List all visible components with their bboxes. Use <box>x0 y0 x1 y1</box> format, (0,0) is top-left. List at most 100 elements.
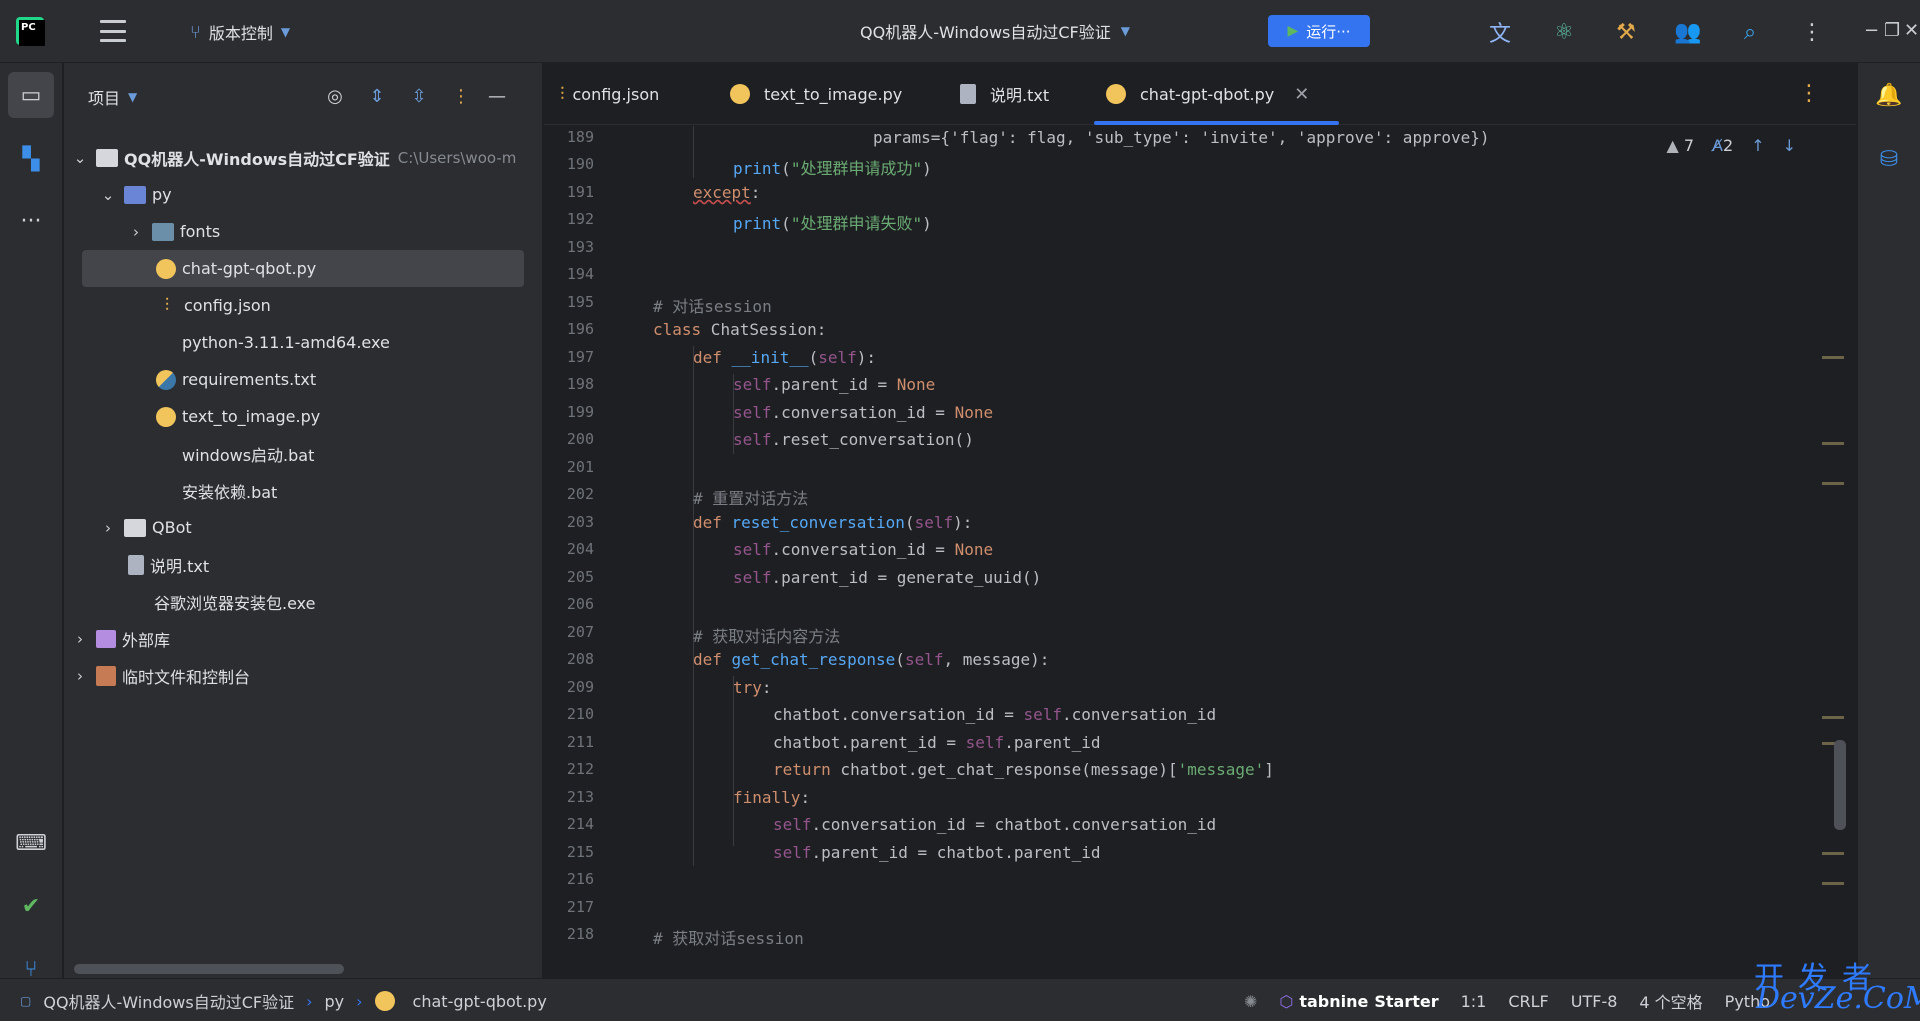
chevron-right-icon[interactable]: › <box>70 667 90 685</box>
chevron-down-icon[interactable]: ⌄ <box>98 186 118 204</box>
close-window-icon[interactable]: ✕ <box>1904 20 1919 41</box>
locate-file-icon[interactable]: ◎ <box>322 83 348 109</box>
tree-item-windows-bat[interactable]: windows启动.bat <box>64 435 543 472</box>
windows-exe-icon <box>156 333 176 353</box>
tree-item-install-deps[interactable]: 安装依赖.bat <box>64 472 543 509</box>
line-number: 209 <box>566 678 594 696</box>
tab-chat-gpt-qbot[interactable]: chat-gpt-qbot.py ✕ <box>1093 63 1340 125</box>
tab-text-to-image[interactable]: text_to_image.py <box>730 63 902 125</box>
database-icon[interactable]: ⛁ <box>1866 136 1912 182</box>
main-menu-icon[interactable] <box>100 20 126 42</box>
notifications-icon[interactable]: 🔔 <box>1866 72 1912 118</box>
code-line-191: except: <box>693 183 761 202</box>
next-highlight-icon[interactable]: ↓ <box>1783 136 1796 155</box>
tree-item-requirements[interactable]: requirements.txt <box>64 361 543 398</box>
code-line-205: self.parent_id = generate_uuid() <box>733 568 1041 587</box>
line-number: 214 <box>566 815 594 833</box>
pycharm-logo-icon[interactable] <box>16 17 45 46</box>
vertical-scrollbar[interactable] <box>1834 740 1846 830</box>
error-stripe-marker[interactable] <box>1822 442 1844 445</box>
python-file-icon <box>156 258 176 279</box>
line-number: 199 <box>566 403 594 421</box>
horizontal-scrollbar[interactable] <box>74 964 344 974</box>
breadcrumb-item[interactable]: chat-gpt-qbot.py <box>413 992 547 1011</box>
error-stripe-marker[interactable] <box>1822 882 1844 885</box>
project-widget[interactable]: QQ机器人-Windows自动过CF验证 ▼ <box>860 19 1130 43</box>
error-stripe-marker[interactable] <box>1822 716 1844 719</box>
more-icon[interactable]: ⋮ <box>1798 18 1826 46</box>
breadcrumb-item[interactable]: QQ机器人-Windows自动过CF验证 <box>43 989 294 1013</box>
chevron-down-icon[interactable]: ⌄ <box>70 149 90 167</box>
project-view-selector[interactable]: 项目 ▼ <box>88 85 137 109</box>
expand-all-icon[interactable]: ⇕ <box>364 83 390 109</box>
chevron-right-icon[interactable]: › <box>98 519 118 537</box>
inspection-widget[interactable]: ▲ 7 A̸2 ↑ ↓ <box>1666 136 1796 155</box>
tree-item-label: 说明.txt <box>150 556 210 576</box>
typos-counter[interactable]: A̸2 <box>1712 136 1733 155</box>
options-icon[interactable]: ⋮ <box>448 83 474 109</box>
branch-icon: ⑂ <box>190 21 201 43</box>
indent-setting[interactable]: 4 个空格 <box>1639 989 1702 1013</box>
search-icon[interactable]: ⌕ <box>1736 18 1764 46</box>
code-token: None <box>954 403 994 422</box>
tree-item-scratches[interactable]: › 临时文件和控制台 <box>64 657 543 694</box>
collapse-all-icon[interactable]: ⇳ <box>406 83 432 109</box>
code-token: chatbot.get_chat_response(message)[ <box>830 760 1178 779</box>
tree-item-external-libs[interactable]: › 外部库 <box>64 620 543 657</box>
error-stripe-marker[interactable] <box>1822 852 1844 855</box>
error-stripe-marker[interactable] <box>1822 356 1844 359</box>
code-line-190: print("处理群申请成功") <box>733 159 932 178</box>
more-tools-icon[interactable]: ··· <box>8 198 54 244</box>
code-token: .conversation_id = <box>771 540 955 559</box>
tree-item-qbot[interactable]: › QBot <box>64 509 543 546</box>
commit-check-icon[interactable]: ✔ <box>8 883 54 929</box>
terminal-icon[interactable]: ⌨ <box>8 820 54 866</box>
line-number: 193 <box>566 238 594 256</box>
chevron-right-icon[interactable]: › <box>126 223 146 241</box>
chevron-right-icon[interactable]: › <box>70 630 90 648</box>
run-button[interactable]: ▶ 运行··· <box>1268 15 1370 47</box>
structure-tool-icon[interactable]: ▚ <box>8 136 54 182</box>
tree-item-fonts[interactable]: › fonts <box>64 213 543 250</box>
line-separator[interactable]: CRLF <box>1508 992 1548 1011</box>
tab-options-icon[interactable]: ⋮ <box>1798 81 1820 106</box>
line-number: 212 <box>566 760 594 778</box>
vcs-widget[interactable]: ⑂ 版本控制 ▼ <box>190 19 290 45</box>
tab-label: chat-gpt-qbot.py <box>1140 84 1275 104</box>
minimize-icon[interactable]: − <box>1864 20 1879 41</box>
tree-item-text-to-image[interactable]: text_to_image.py <box>64 398 543 435</box>
code-token: "处理群申请失败" <box>790 214 923 233</box>
code-token: self <box>733 403 772 422</box>
tree-item-label: fonts <box>180 222 221 241</box>
code-token: .parent_id = <box>771 375 897 394</box>
tree-item-python-installer[interactable]: python-3.11.1-amd64.exe <box>64 324 543 361</box>
hide-panel-icon[interactable]: — <box>484 83 510 109</box>
project-tool-icon[interactable]: ▭ <box>8 72 54 118</box>
warnings-counter[interactable]: ▲ 7 <box>1666 136 1694 155</box>
tree-item-readme[interactable]: 说明.txt <box>64 546 543 583</box>
tree-item-chrome-installer[interactable]: 谷歌浏览器安装包.exe <box>64 583 543 620</box>
code-editor[interactable]: 189 190 191 192 193 194 195 196 197 198 … <box>544 126 1856 978</box>
tree-item-config[interactable]: ⫶ config.json <box>64 287 543 324</box>
error-stripe-marker[interactable] <box>1822 482 1844 485</box>
tab-config-json[interactable]: ⫶ config.json <box>560 63 659 125</box>
build-tools-icon[interactable]: ⚒ <box>1612 18 1640 46</box>
atom-icon[interactable]: ⚛ <box>1550 18 1578 46</box>
tree-item-root[interactable]: ⌄ QQ机器人-Windows自动过CF验证 C:\Users\woo-m <box>64 139 543 176</box>
code-token: self <box>818 348 857 367</box>
breadcrumb-item[interactable]: py <box>325 992 345 1011</box>
code-with-me-icon[interactable]: 👥 <box>1674 18 1702 46</box>
translate-icon[interactable]: 文 <box>1486 18 1514 47</box>
tree-item-label: requirements.txt <box>182 370 317 389</box>
restore-icon[interactable]: ❐ <box>1884 20 1900 41</box>
tabnine-widget[interactable]: ⬡ tabnine Starter <box>1279 992 1438 1011</box>
caret-position[interactable]: 1:1 <box>1461 992 1487 1011</box>
close-tab-icon[interactable]: ✕ <box>1294 84 1309 105</box>
previous-highlight-icon[interactable]: ↑ <box>1751 136 1764 155</box>
file-encoding[interactable]: UTF-8 <box>1571 992 1618 1011</box>
line-number: 213 <box>566 788 594 806</box>
tree-item-chat-gpt-qbot[interactable]: chat-gpt-qbot.py <box>64 250 543 287</box>
tree-item-py[interactable]: ⌄ py <box>64 176 543 213</box>
line-number: 216 <box>566 870 594 888</box>
tab-readme[interactable]: 说明.txt <box>960 63 1049 125</box>
